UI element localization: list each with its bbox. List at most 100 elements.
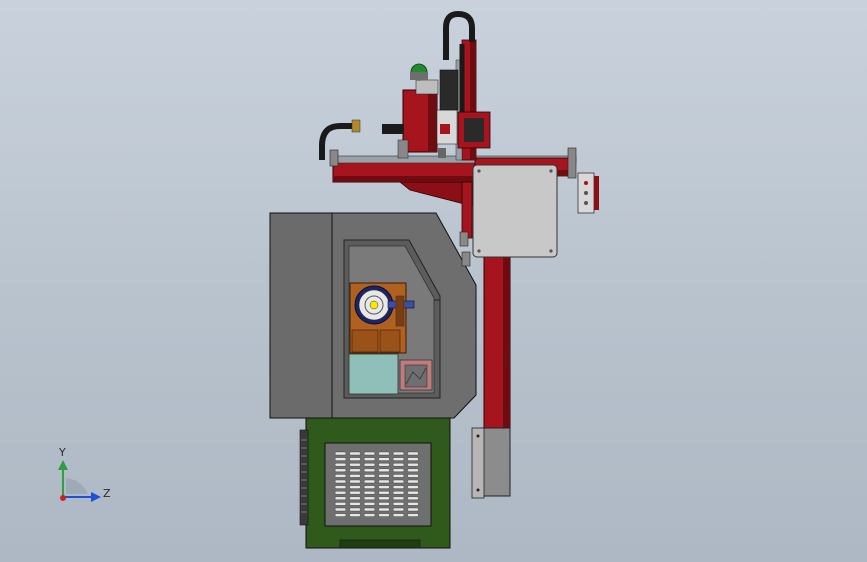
- vent-slot: [334, 468, 347, 472]
- post-gray-foot: [481, 427, 511, 497]
- beam-underside-wedge: [398, 181, 473, 207]
- post-shadow: [503, 238, 510, 430]
- vent-slot: [392, 502, 405, 506]
- vent-slot: [392, 457, 405, 461]
- motor-cap: [415, 79, 439, 95]
- vent-slot: [334, 507, 347, 512]
- vent-slot: [378, 474, 390, 478]
- vent-slot: [407, 496, 419, 500]
- vent-slot: [392, 507, 405, 512]
- vent-slot: [334, 485, 347, 489]
- vent-slot: [378, 468, 390, 472]
- beam-end-cap-right: [567, 147, 577, 179]
- vent-slot: [349, 468, 361, 472]
- vent-slot: [392, 491, 405, 495]
- control-box: [472, 164, 599, 258]
- vent-slot: [407, 451, 419, 456]
- vent-slot: [378, 485, 390, 489]
- vent-slot: [407, 479, 419, 484]
- z-axis-arrow: [91, 492, 101, 502]
- vent-slot: [349, 479, 361, 484]
- vent-slot: [334, 491, 347, 495]
- triad-plane: [66, 478, 88, 494]
- cabinet-left-section: [269, 212, 333, 419]
- vent-slot: [407, 457, 419, 461]
- vent-slot: [334, 463, 347, 467]
- vent-slot: [407, 468, 419, 472]
- vent-slot: [334, 496, 347, 500]
- base-left-rib: [299, 429, 309, 526]
- control-panel: [472, 164, 558, 258]
- gantry-vertical-post: [471, 237, 511, 499]
- vent-slot: [407, 463, 419, 467]
- vent-slot: [334, 474, 347, 478]
- vent-slot: [392, 513, 405, 517]
- vent-slot: [363, 491, 376, 495]
- chuck-lower-block: [379, 329, 401, 353]
- vent-slot: [363, 485, 376, 489]
- vent-slot: [334, 479, 347, 484]
- vent-slot: [349, 507, 361, 512]
- vent-slot: [378, 496, 390, 500]
- base-foot: [339, 539, 421, 549]
- vent-slot: [407, 485, 419, 489]
- vent-slot: [363, 496, 376, 500]
- vent-slot: [378, 513, 390, 517]
- vent-slot: [378, 463, 390, 467]
- machine-base: [299, 416, 451, 549]
- vent-slot: [378, 457, 390, 461]
- vent-slot: [363, 513, 376, 517]
- vent-slot: [392, 496, 405, 500]
- vent-slot: [334, 513, 347, 517]
- vent-slot: [407, 502, 419, 506]
- vent-slot: [392, 479, 405, 484]
- vent-slot: [349, 496, 361, 500]
- vent-slot: [378, 479, 390, 484]
- vent-slot: [407, 491, 419, 495]
- post-bracket: [471, 427, 485, 499]
- beam-drop-link: [461, 181, 473, 239]
- cable-chain-lower: [319, 123, 356, 160]
- vent-slot: [349, 485, 361, 489]
- vent-slot: [363, 479, 376, 484]
- vent-slot: [378, 502, 390, 506]
- vent-slot: [392, 474, 405, 478]
- vent-slot: [334, 451, 347, 456]
- vent-slot: [392, 468, 405, 472]
- vent-slot: [378, 507, 390, 512]
- z-axis-label: Z: [103, 487, 111, 500]
- beam-end-cap-left: [329, 149, 339, 167]
- y-axis-arrow: [58, 460, 68, 470]
- belt-pulley: [439, 69, 459, 111]
- vent-slot: [349, 513, 361, 517]
- vent-slot: [363, 457, 376, 461]
- vent-slot: [334, 502, 347, 506]
- vent-slot: [349, 474, 361, 478]
- vent-slot: [349, 457, 361, 461]
- vent-slot: [392, 463, 405, 467]
- vent-slot: [349, 451, 361, 456]
- vent-slot: [349, 491, 361, 495]
- vent-slot: [407, 474, 419, 478]
- vent-slot: [334, 457, 347, 461]
- x-axis-dot: [60, 495, 66, 501]
- vent-slot: [363, 468, 376, 472]
- vent-slot: [363, 451, 376, 456]
- vent-slot: [378, 491, 390, 495]
- vent-slot: [407, 507, 419, 512]
- vent-slot: [349, 502, 361, 506]
- vent-slot: [407, 513, 419, 517]
- lathe-cabinet: [269, 212, 477, 419]
- vent-slot: [363, 507, 376, 512]
- axis-triad[interactable]: Y Z: [58, 446, 111, 502]
- vent-slot: [363, 474, 376, 478]
- arm-link: [382, 124, 404, 134]
- vent-slot: [363, 463, 376, 467]
- vent-slot: [363, 502, 376, 506]
- cad-viewport[interactable]: Y Z: [0, 0, 867, 562]
- vent-slot: [392, 485, 405, 489]
- vent-slot: [349, 463, 361, 467]
- cabinet-teal-window: [348, 353, 399, 395]
- vent-slot: [392, 451, 405, 456]
- vent-slot: [378, 451, 390, 456]
